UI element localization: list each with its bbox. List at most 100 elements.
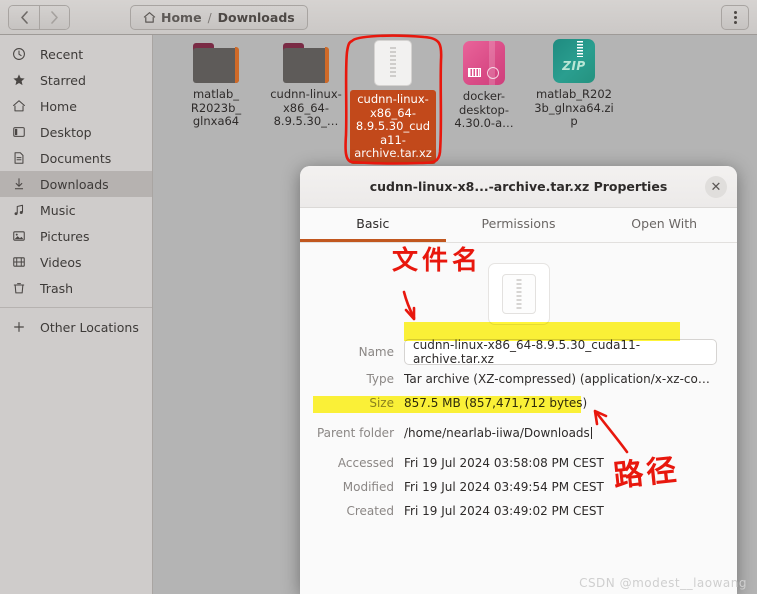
breadcrumb-home-label: Home <box>161 10 202 25</box>
sidebar-label: Recent <box>40 46 84 62</box>
tab-label: Basic <box>356 216 390 231</box>
modified-label: Modified <box>342 479 394 494</box>
chevron-right-icon <box>51 10 58 24</box>
breadcrumb-item-current[interactable]: Downloads <box>214 10 299 25</box>
navigation-buttons <box>8 4 70 30</box>
sidebar-item-other-locations[interactable]: Other Locations <box>0 314 152 340</box>
sidebar-label: Starred <box>40 72 86 88</box>
size-value: 857.5 MB (857,471,712 bytes) <box>404 395 588 410</box>
dialog-titlebar: cudnn-linux-x8...-archive.tar.xz Propert… <box>300 166 737 208</box>
sidebar-label: Pictures <box>40 228 90 244</box>
row-type: Type Tar archive (XZ-compressed) (applic… <box>316 368 721 389</box>
file-item-matlab-folder[interactable]: matlab_ R2023b_ glnxa64 <box>173 43 259 130</box>
tab-label: Permissions <box>481 216 556 231</box>
hamburger-menu-button[interactable] <box>721 5 749 30</box>
dialog-tabs: Basic Permissions Open With <box>300 208 737 243</box>
sidebar: Recent Starred Home Desktop Documents Do… <box>0 35 153 594</box>
kebab-menu-icon <box>733 11 737 24</box>
parent-folder-value[interactable]: /home/nearlab-iiwa/Downloads <box>404 426 592 440</box>
name-value: cudnn-linux-x86_64-8.9.5.30_cuda11-archi… <box>413 338 641 366</box>
film-icon <box>12 254 32 270</box>
tab-label: Open With <box>631 216 698 231</box>
breadcrumb-current-label: Downloads <box>217 10 295 25</box>
sidebar-item-downloads[interactable]: Downloads <box>0 171 152 197</box>
deb-package-icon <box>463 41 505 85</box>
desktop-icon <box>12 124 32 140</box>
sidebar-item-pictures[interactable]: Pictures <box>0 223 152 249</box>
modified-value: Fri 19 Jul 2024 03:49:54 PM CEST <box>404 479 604 494</box>
back-button[interactable] <box>9 5 39 29</box>
tab-permissions[interactable]: Permissions <box>446 208 592 242</box>
sidebar-item-desktop[interactable]: Desktop <box>0 119 152 145</box>
sidebar-label: Other Locations <box>40 319 139 335</box>
tab-open-with[interactable]: Open With <box>591 208 737 242</box>
sidebar-item-music[interactable]: Music <box>0 197 152 223</box>
properties-dialog: cudnn-linux-x8...-archive.tar.xz Propert… <box>300 166 737 594</box>
file-label: cudnn-linux-x86_64-8.9.5.30_cuda11-archi… <box>350 90 436 164</box>
watermark: CSDN @modest__laowang <box>579 576 747 590</box>
forward-button[interactable] <box>39 5 69 29</box>
download-icon <box>12 176 32 192</box>
name-label: Name <box>358 345 394 359</box>
plus-icon <box>12 319 32 335</box>
file-label: matlab_ R2023b_ glnxa64 <box>190 87 242 128</box>
sidebar-label: Home <box>40 98 77 114</box>
accessed-label: Accessed <box>337 455 394 470</box>
created-value: Fri 19 Jul 2024 03:49:02 PM CEST <box>404 503 604 518</box>
dialog-title: cudnn-linux-x8...-archive.tar.xz Propert… <box>369 179 668 194</box>
preview-box <box>487 263 550 325</box>
accessed-value: Fri 19 Jul 2024 03:58:08 PM CEST <box>404 455 604 470</box>
row-parent-folder: Parent folder /home/nearlab-iiwa/Downloa… <box>316 422 721 443</box>
type-value: Tar archive (XZ-compressed) (application… <box>404 371 721 386</box>
sidebar-item-videos[interactable]: Videos <box>0 249 152 275</box>
size-label: Size <box>369 395 394 410</box>
sidebar-item-recent[interactable]: Recent <box>0 41 152 67</box>
row-created: Created Fri 19 Jul 2024 03:49:02 PM CEST <box>316 500 721 521</box>
music-note-icon <box>12 202 32 218</box>
sidebar-item-documents[interactable]: Documents <box>0 145 152 171</box>
type-label: Type <box>366 371 394 386</box>
file-item-docker-deb[interactable]: docker-desktop-4.30.0-a… <box>441 41 527 132</box>
sidebar-divider <box>0 307 152 308</box>
parent-folder-label: Parent folder <box>316 425 394 440</box>
archive-preview-icon <box>501 274 536 314</box>
archive-icon <box>374 40 412 86</box>
sidebar-label: Music <box>40 202 76 218</box>
image-icon <box>12 228 32 244</box>
file-label: docker-desktop-4.30.0-a… <box>454 89 514 130</box>
row-name: Name cudnn-linux-x86_64-8.9.5.30_cuda11-… <box>316 338 721 366</box>
created-label: Created <box>346 503 395 518</box>
annotation-filename-text: 文件名 <box>392 246 483 276</box>
sidebar-label: Trash <box>40 280 74 296</box>
tab-basic[interactable]: Basic <box>300 208 446 242</box>
breadcrumb: Home / Downloads <box>130 5 308 30</box>
annotation-path-text: 路径 <box>611 452 682 495</box>
sidebar-label: Desktop <box>40 124 92 140</box>
sidebar-label: Documents <box>40 150 112 166</box>
file-item-cudnn-folder[interactable]: cudnn-linux-x86_64-8.9.5.30_… <box>263 43 349 130</box>
file-label: matlab_R2023b_glnxa64.zip <box>534 87 614 128</box>
zip-archive-icon: ZIP <box>553 39 595 83</box>
close-icon[interactable]: ✕ <box>705 176 727 198</box>
sidebar-label: Downloads <box>40 176 109 192</box>
name-input[interactable]: cudnn-linux-x86_64-8.9.5.30_cuda11-archi… <box>404 338 717 366</box>
home-icon <box>143 11 156 24</box>
file-label: cudnn-linux-x86_64-8.9.5.30_… <box>270 87 342 128</box>
folder-icon <box>283 43 329 83</box>
sidebar-item-starred[interactable]: Starred <box>0 67 152 93</box>
file-item-cudnn-archive[interactable]: cudnn-linux-x86_64-8.9.5.30_cuda11-archi… <box>350 40 436 164</box>
folder-icon <box>193 43 239 83</box>
document-icon <box>12 150 32 166</box>
home-icon <box>12 98 32 114</box>
file-item-matlab-zip[interactable]: ZIP matlab_R2023b_glnxa64.zip <box>531 39 617 130</box>
file-preview <box>316 263 721 325</box>
file-manager-window: Home / Downloads Recent Starred Home Des… <box>0 0 757 594</box>
sidebar-item-trash[interactable]: Trash <box>0 275 152 301</box>
breadcrumb-separator: / <box>207 10 212 25</box>
chevron-left-icon <box>20 10 28 24</box>
breadcrumb-item-home[interactable]: Home <box>139 10 206 25</box>
header-bar: Home / Downloads <box>0 0 757 35</box>
sidebar-label: Videos <box>40 254 82 270</box>
sidebar-item-home[interactable]: Home <box>0 93 152 119</box>
star-icon <box>12 72 32 88</box>
